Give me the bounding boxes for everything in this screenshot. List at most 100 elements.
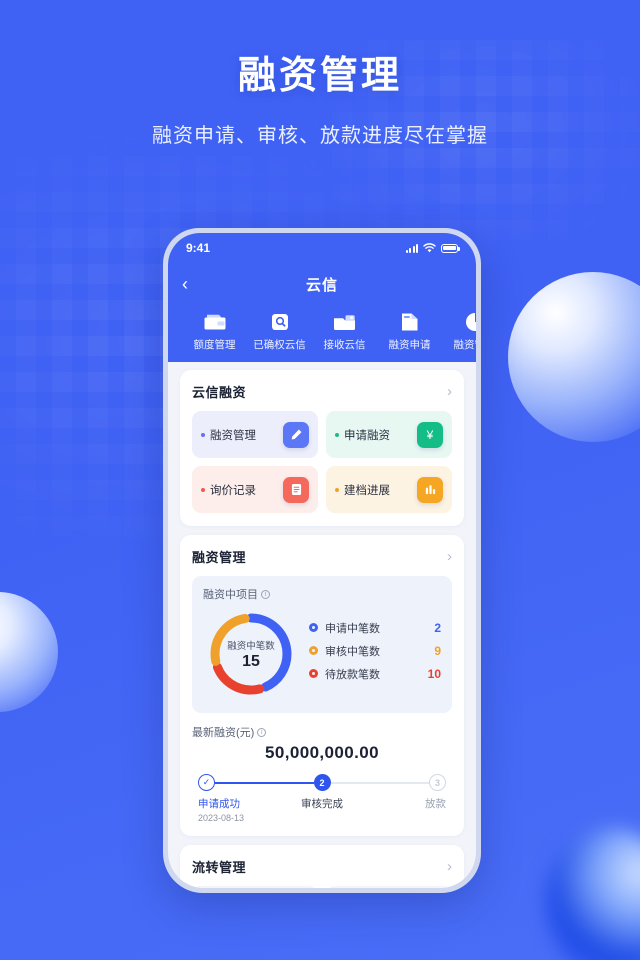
- amount-value: 50,000,000.00: [265, 743, 379, 762]
- page-title: 融资管理: [237, 55, 402, 97]
- donut-row: 融资中笔数 15 申请中笔数 2 审核中笔数 9 待放款笔数 10: [203, 606, 441, 702]
- nav-item-label: 融资申请: [388, 339, 431, 351]
- bullet-dot: [335, 432, 339, 437]
- legend-item-reviewing: 审核中笔数 9: [309, 643, 441, 659]
- tile-quote-records[interactable]: 询价记录: [192, 466, 318, 513]
- tile-label: 申请融资: [344, 429, 390, 442]
- chevron-left-icon[interactable]: ‹: [182, 275, 188, 293]
- nav-bar: ‹ 云信: [168, 267, 476, 301]
- status-bar: 9:41: [168, 233, 476, 263]
- quick-nav-row: 额度管理 已确权云信 接收云信 融资申请 融资: [168, 301, 476, 362]
- page-subtitle: 融资申请、审核、放款进度尽在掌握: [152, 125, 488, 147]
- info-icon[interactable]: i: [261, 589, 270, 599]
- app-title: 云信: [305, 276, 338, 294]
- card-title: 流转管理: [192, 860, 247, 875]
- file-page-icon: [377, 309, 442, 335]
- bullet-dot: [201, 432, 205, 437]
- step-connector-1: [215, 781, 314, 784]
- info-icon[interactable]: i: [257, 727, 267, 737]
- decorative-sphere-left: [0, 592, 58, 712]
- bullet-dot: [335, 487, 339, 492]
- step-label-3: 放款: [363, 796, 446, 823]
- flow-tile-grid: 已流转云信 i 2023 ▾ 流转中云信 7: [192, 886, 452, 888]
- progress-steps: ✓ 2 3 申请成功 2023-08-13 审核完成 放款: [192, 774, 452, 823]
- donut-center-value: 15: [242, 652, 260, 670]
- nav-item-receive[interactable]: 接收云信: [312, 309, 377, 353]
- legend-label: 审核中笔数: [325, 645, 380, 658]
- step-name: 审核完成: [301, 798, 343, 810]
- donut-chart: 融资中笔数 15: [203, 606, 299, 702]
- amount-label-text: 最新融资(元): [192, 727, 255, 739]
- pencil-icon: [283, 421, 309, 448]
- tile-label: 询价记录: [210, 484, 256, 497]
- card-financing-management: 融资管理 › 融资中项目 i 融资中笔数 15 申请中笔数 2 审核中笔数 9 …: [180, 535, 464, 836]
- legend-marker: [309, 623, 318, 632]
- nav-item-quota[interactable]: 额度管理: [182, 309, 247, 353]
- legend-label: 待放款笔数: [325, 668, 380, 681]
- bullet-dot: [201, 487, 205, 492]
- chevron-right-icon[interactable]: ›: [447, 384, 452, 399]
- step-name: 申请成功: [198, 798, 240, 810]
- status-icons: [405, 243, 460, 253]
- step-node-2: 2: [313, 774, 331, 791]
- nav-item-label: 接收云信: [323, 339, 366, 351]
- tile-grid: 融资管理 申请融资 ¥ 询价记录 建档进展: [192, 411, 452, 513]
- phone-mockup: 9:41 ‹ 云信 额度管理 已确权云信 接收云信 融资申请 融资 云信融资 ›…: [163, 228, 481, 893]
- legend-item-applying: 申请中笔数 2: [309, 620, 441, 636]
- nav-item-confirmed[interactable]: 已确权云信: [247, 309, 312, 353]
- steps-labels: 申请成功 2023-08-13 审核完成 放款: [198, 796, 446, 823]
- hero-section: 融资管理 融资申请、审核、放款进度尽在掌握: [0, 44, 640, 148]
- financing-chart-panel: 融资中项目 i 融资中笔数 15 申请中笔数 2 审核中笔数 9 待放款笔数 1…: [192, 576, 452, 713]
- panel-label-text: 融资中项目: [203, 589, 258, 601]
- flow-tile-transferred[interactable]: 已流转云信 i 2023 ▾: [192, 886, 318, 888]
- step-label-2: 审核完成: [281, 796, 364, 823]
- donut-center-label: 融资中笔数: [227, 640, 275, 652]
- panel-label: 融资中项目 i: [203, 586, 441, 602]
- card-header: 云信融资 ›: [192, 382, 452, 401]
- nav-item-financing-mgmt[interactable]: 融资管理: [442, 309, 476, 353]
- nav-item-label: 融资管理: [453, 339, 477, 351]
- nav-item-apply[interactable]: 融资申请: [377, 309, 442, 353]
- flow-tile-in-transit[interactable]: 流转中云信 7 笔: [326, 886, 452, 888]
- donut-center-text: 融资中笔数 15: [203, 606, 299, 702]
- card-header: 流转管理 ›: [192, 857, 452, 876]
- step-node-3: 3: [429, 774, 446, 791]
- chevron-right-icon[interactable]: ›: [447, 549, 452, 564]
- status-time: 9:41: [186, 241, 211, 255]
- legend-marker: [309, 669, 318, 678]
- tile-left: 建档进展: [335, 482, 390, 498]
- signal-bars-icon: [405, 243, 418, 253]
- screen-content: 云信融资 › 融资管理 申请融资 ¥ 询价记录 建档进展 融资管理 › 融资中项…: [168, 362, 476, 888]
- doc-lines-icon: [283, 476, 309, 503]
- legend-value: 2: [434, 620, 441, 635]
- wifi-icon: [423, 243, 436, 253]
- chevron-right-icon[interactable]: ›: [447, 859, 452, 874]
- card-header: 融资管理 ›: [192, 547, 452, 566]
- phone-screen: 9:41 ‹ 云信 额度管理 已确权云信 接收云信 融资申请 融资 云信融资 ›…: [168, 233, 476, 888]
- legend-item-pending-payout: 待放款笔数 10: [309, 666, 441, 682]
- bar-chart-icon: [417, 476, 443, 503]
- tile-apply-financing[interactable]: 申请融资 ¥: [326, 411, 452, 458]
- step-node-1: ✓: [198, 774, 215, 791]
- tile-label: 建档进展: [344, 484, 390, 497]
- card-yunxin-financing: 云信融资 › 融资管理 申请融资 ¥ 询价记录 建档进展: [180, 370, 464, 526]
- tile-left: 询价记录: [201, 482, 256, 498]
- tile-filing-progress[interactable]: 建档进展: [326, 466, 452, 513]
- yuan-icon: ¥: [417, 421, 443, 448]
- tile-left: 申请融资: [335, 427, 390, 443]
- decorative-sphere-bottom-right: [546, 828, 640, 960]
- legend-marker: [309, 646, 318, 655]
- nav-item-label: 已确权云信: [253, 339, 306, 351]
- app-header: ‹ 云信 额度管理 已确权云信 接收云信 融资申请 融资: [168, 263, 476, 362]
- tile-financing-management[interactable]: 融资管理: [192, 411, 318, 458]
- donut-legend: 申请中笔数 2 审核中笔数 9 待放款笔数 10: [299, 620, 441, 689]
- step-label-1: 申请成功 2023-08-13: [198, 796, 281, 823]
- amount-label: 最新融资(元) i: [192, 724, 452, 740]
- wallet-icon: [182, 309, 247, 335]
- tile-label: 融资管理: [210, 429, 256, 442]
- legend-value: 9: [434, 643, 441, 658]
- document-search-icon: [247, 309, 312, 335]
- legend-label: 申请中笔数: [325, 622, 380, 635]
- battery-icon: [441, 243, 460, 253]
- step-date: 2023-08-13: [198, 813, 245, 823]
